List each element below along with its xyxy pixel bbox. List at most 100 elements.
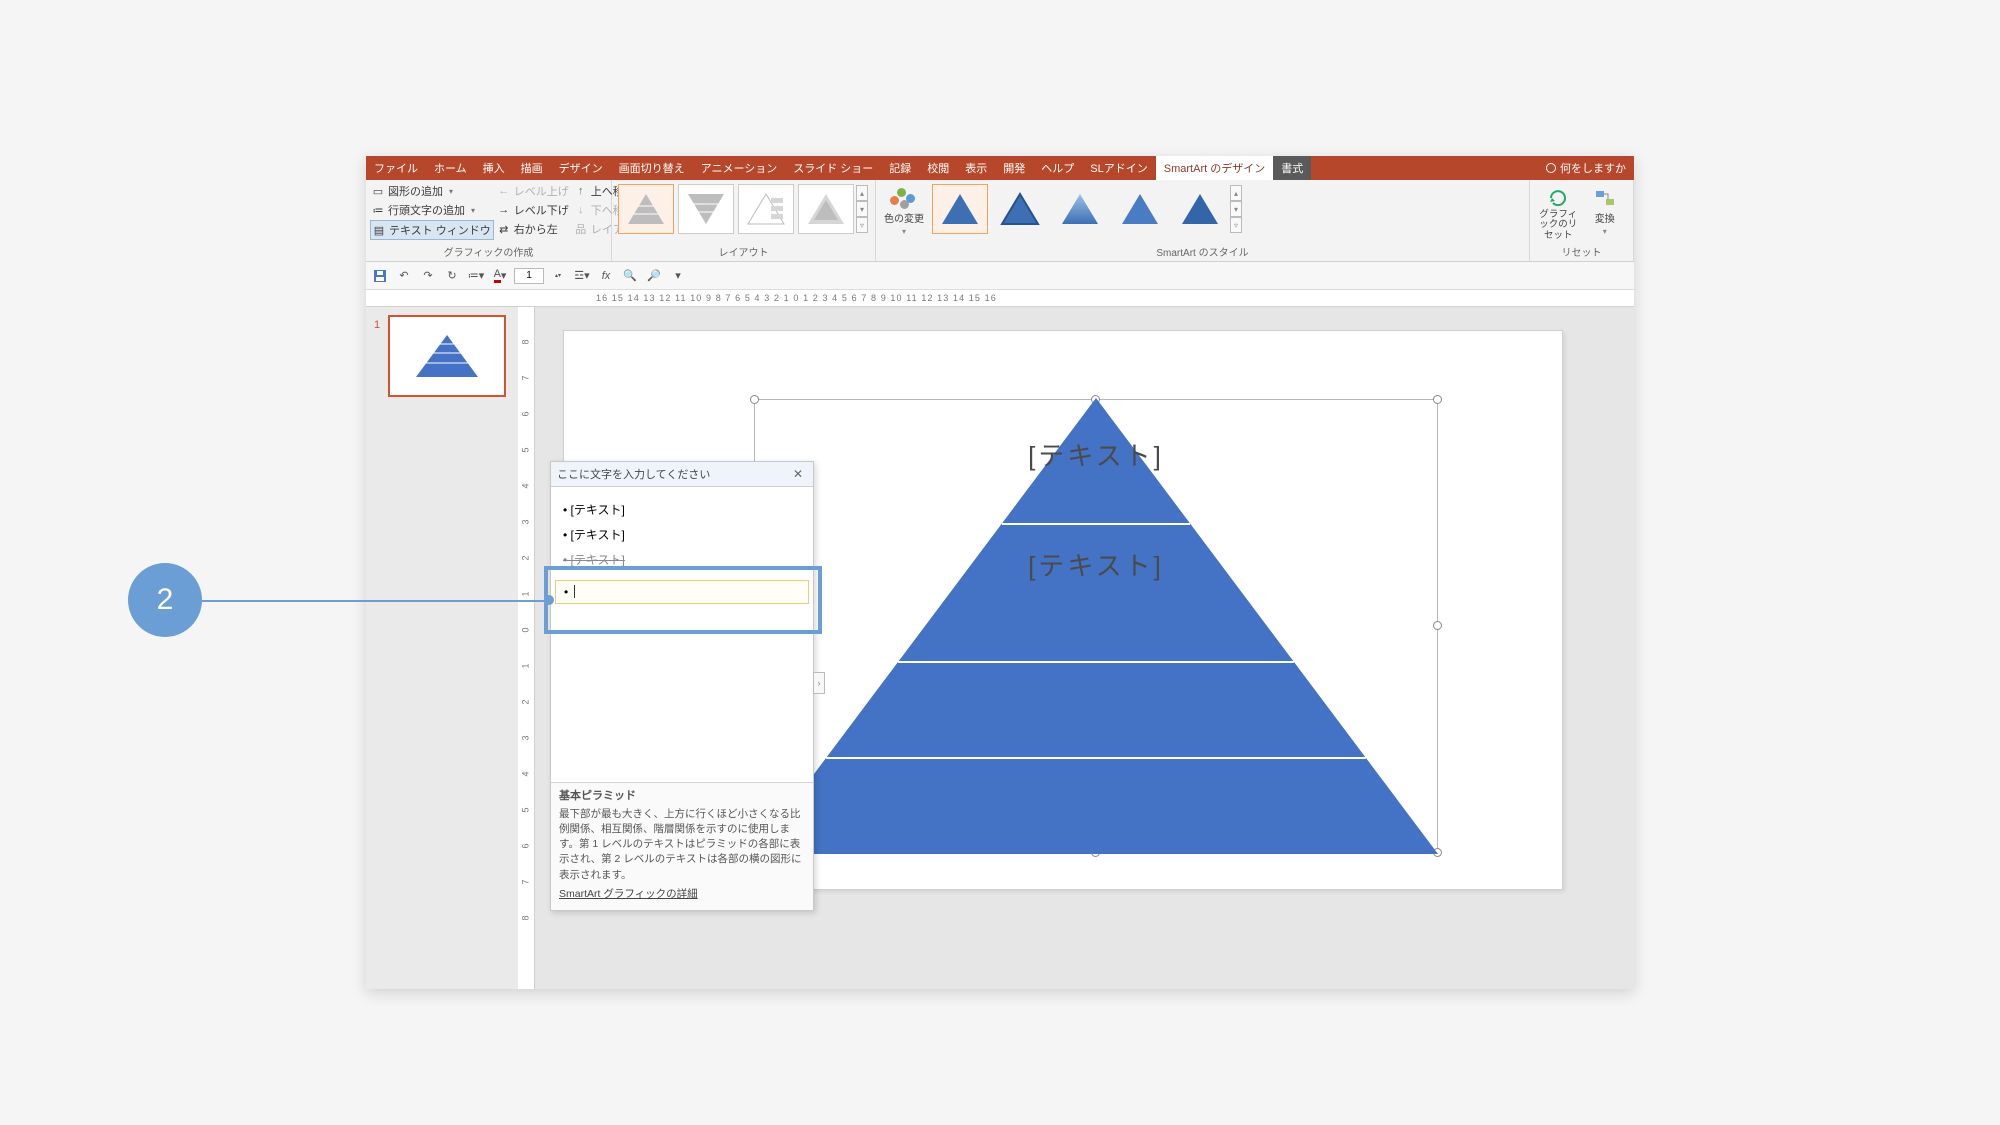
tab-draw[interactable]: 描画 xyxy=(513,156,551,180)
fontsize-box[interactable]: 1 xyxy=(514,268,544,284)
tab-developer[interactable]: 開発 xyxy=(995,156,1033,180)
smartart-selection-frame[interactable]: ⟳ [テキスト] [テキスト] xyxy=(754,399,1438,853)
zoom-in-button[interactable]: 🔍 xyxy=(620,266,640,286)
layout1-icon xyxy=(626,192,666,226)
tab-home[interactable]: ホーム xyxy=(426,156,475,180)
style-item-1[interactable] xyxy=(932,184,988,234)
change-colors-button[interactable]: 色の変更 ▾ xyxy=(880,182,928,236)
group-label-reset: リセット xyxy=(1534,242,1629,261)
level-down-label: レベル下げ xyxy=(514,202,569,218)
pyramid-text-1[interactable]: [テキスト] xyxy=(754,436,1438,473)
formula-button[interactable]: fx xyxy=(596,266,616,286)
tab-file[interactable]: ファイル xyxy=(366,156,426,180)
tab-format[interactable]: 書式 xyxy=(1273,156,1311,180)
zoom-out-button[interactable]: 🔎 xyxy=(644,266,664,286)
convert-label: 変換 xyxy=(1595,210,1615,225)
tab-review[interactable]: 校閲 xyxy=(919,156,957,180)
layout-item-3[interactable] xyxy=(738,184,794,234)
layout4-icon xyxy=(806,192,846,226)
rtl-button[interactable]: ⇄右から左 xyxy=(496,220,571,238)
save-button[interactable] xyxy=(370,266,390,286)
style-item-4[interactable] xyxy=(1112,184,1168,234)
layout2-icon xyxy=(686,192,726,226)
add-shape-button[interactable]: ▭図形の追加 xyxy=(370,182,494,200)
demote-icon: → xyxy=(498,204,510,216)
change-colors-label: 色の変更 xyxy=(884,210,924,225)
redo-button[interactable]: ↷ xyxy=(418,266,438,286)
style-gallery-scroll[interactable]: ▴▾▿ xyxy=(1230,184,1242,234)
text-pane-item-3[interactable]: [テキスト] xyxy=(563,547,801,572)
add-bullet-button[interactable]: ≔ 行頭文字の追加 xyxy=(370,201,494,219)
layout-gallery-scroll[interactable]: ▴▾▿ xyxy=(856,184,868,234)
undo-button[interactable]: ↶ xyxy=(394,266,414,286)
promote-icon: ← xyxy=(498,185,510,197)
text-pane-info: 基本ピラミッド 最下部が最も大きく、上方に行くほど小さくなる比例関係、相互関係、… xyxy=(551,782,813,910)
repeat-button[interactable]: ↻ xyxy=(442,266,462,286)
arrow-up-icon: ↑ xyxy=(575,185,587,197)
smartart-text-pane[interactable]: ここに文字を入力してください ✕ [テキスト] [テキスト] [テキスト] • … xyxy=(550,461,814,911)
tab-insert[interactable]: 挿入 xyxy=(475,156,513,180)
reset-graphic-button[interactable]: グラフィックのリセット xyxy=(1538,188,1579,241)
text-pane-close-button[interactable]: ✕ xyxy=(789,467,807,481)
layout3-icon xyxy=(746,192,786,226)
text-pane-new-item[interactable]: • xyxy=(555,580,809,604)
text-pane-item-2[interactable]: [テキスト] xyxy=(563,522,801,547)
slide-thumbnail-panel: 1 xyxy=(366,307,518,989)
tab-sladdin[interactable]: SLアドイン xyxy=(1082,156,1155,180)
style-item-2[interactable] xyxy=(992,184,1048,234)
slide-thumbnail-1[interactable] xyxy=(388,315,506,397)
tab-transitions[interactable]: 画面切り替え xyxy=(611,156,693,180)
quick-access-toolbar: ↶ ↷ ↻ ≔▾ A▾ 1 ▴▾ ☲▾ fx 🔍 🔎 ▾ xyxy=(366,262,1634,290)
level-up-label: レベル上げ xyxy=(514,183,569,199)
arrow-down-icon: ↓ xyxy=(575,204,587,216)
convert-icon xyxy=(1594,188,1616,208)
text-pane-body[interactable]: [テキスト] [テキスト] [テキスト] xyxy=(551,487,813,578)
text-pane-expander[interactable]: › xyxy=(813,672,825,694)
rtl-label: 右から左 xyxy=(514,221,558,237)
layout-item-1[interactable] xyxy=(618,184,674,234)
tab-help[interactable]: ヘルプ xyxy=(1033,156,1082,180)
tab-view[interactable]: 表示 xyxy=(957,156,995,180)
tab-slideshow[interactable]: スライド ショー xyxy=(785,156,881,180)
group-reset: グラフィックのリセット 変換 ▾ リセット xyxy=(1530,180,1634,261)
info-body: 最下部が最も大きく、上方に行くほど小さくなる比例関係、相互関係、階層関係を示すの… xyxy=(559,807,805,883)
horizontal-ruler: 16 15 14 13 12 11 10 9 8 7 6 5 4 3 2 1 0… xyxy=(366,290,1634,307)
text-window-button[interactable]: ▤テキスト ウィンドウ xyxy=(370,220,494,240)
tab-design[interactable]: デザイン xyxy=(551,156,611,180)
vertical-ruler: 876 543 210 123 456 78 xyxy=(518,307,535,989)
lightbulb-icon xyxy=(1546,163,1556,173)
tab-animations[interactable]: アニメーション xyxy=(693,156,786,180)
level-up-button[interactable]: ← レベル上げ xyxy=(496,182,571,200)
align-button[interactable]: ☲▾ xyxy=(572,266,592,286)
text-pane-item-1[interactable]: [テキスト] xyxy=(563,497,801,522)
group-create-graphic: ▭図形の追加 ≔ 行頭文字の追加 ▤テキスト ウィンドウ ← レベル上げ → レベル下… xyxy=(366,180,612,261)
smartart-pyramid[interactable]: [テキスト] [テキスト] xyxy=(754,398,1438,854)
layout-item-4[interactable] xyxy=(798,184,854,234)
group-label-create: グラフィックの作成 xyxy=(370,242,607,261)
ribbon-tab-strip: ファイル ホーム 挿入 描画 デザイン 画面切り替え アニメーション スライド … xyxy=(366,156,1634,180)
tab-record[interactable]: 記録 xyxy=(881,156,919,180)
pyramid-text-2[interactable]: [テキスト] xyxy=(754,546,1438,583)
fontsize-spin[interactable]: ▴▾ xyxy=(548,266,568,286)
thumb-wrap-1[interactable]: 1 xyxy=(370,315,514,397)
reset-graphic-label: グラフィックのリセット xyxy=(1538,210,1579,241)
info-link[interactable]: SmartArt グラフィックの詳細 xyxy=(559,887,698,902)
style-item-3[interactable] xyxy=(1052,184,1108,234)
style-gallery: ▴▾▿ xyxy=(930,182,1242,236)
qat-more-button[interactable]: ▾ xyxy=(668,266,688,286)
layout-item-2[interactable] xyxy=(678,184,734,234)
convert-button[interactable]: 変換 ▾ xyxy=(1585,188,1626,241)
tell-me-search[interactable]: 何をしますか xyxy=(1538,156,1634,180)
bullets-button[interactable]: ≔▾ xyxy=(466,266,486,286)
thumb-1-pyramid-icon xyxy=(412,331,482,381)
ribbon-body: ▭図形の追加 ≔ 行頭文字の追加 ▤テキスト ウィンドウ ← レベル上げ → レベル下… xyxy=(366,180,1634,262)
add-bullet-icon: ≔ xyxy=(372,204,384,216)
layout-tree-icon: 品 xyxy=(575,223,587,235)
text-pane-title: ここに文字を入力してください xyxy=(557,466,710,482)
tab-smartart-design[interactable]: SmartArt のデザイン xyxy=(1156,156,1273,180)
style-item-5[interactable] xyxy=(1172,184,1228,234)
add-bullet-label: 行頭文字の追加 xyxy=(388,202,465,218)
info-title: 基本ピラミッド xyxy=(559,789,805,805)
font-color-button[interactable]: A▾ xyxy=(490,266,510,286)
level-down-button[interactable]: → レベル下げ xyxy=(496,201,571,219)
